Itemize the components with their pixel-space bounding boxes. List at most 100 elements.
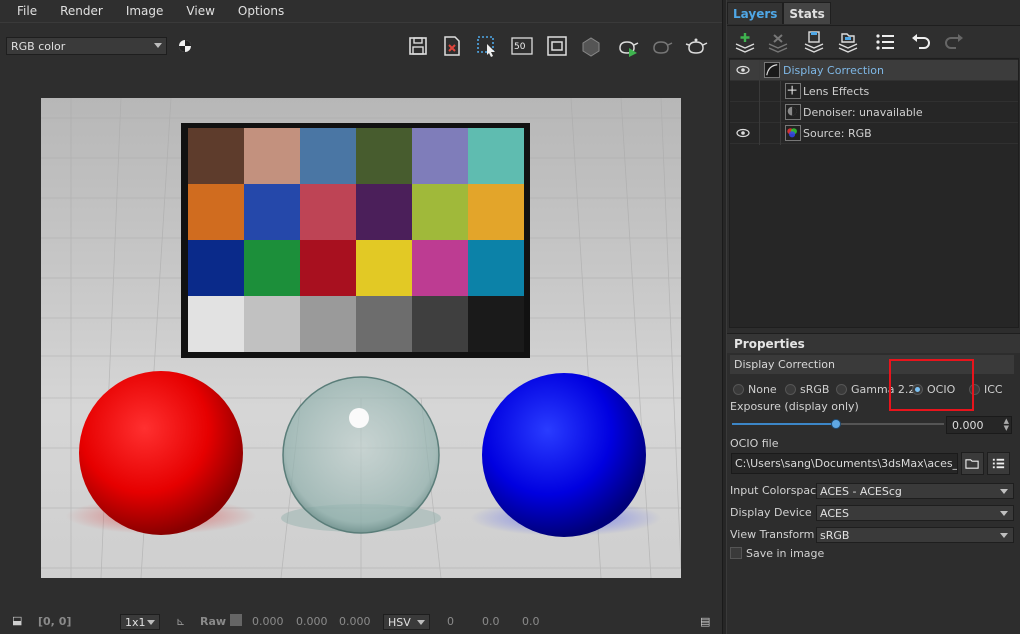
color-checker-patch — [356, 128, 412, 184]
display-device-label: Display Device — [730, 506, 812, 519]
eye-icon[interactable] — [736, 65, 750, 75]
render-image — [41, 98, 681, 578]
view-transform-select[interactable]: sRGB — [816, 527, 1014, 543]
save-in-image-checkbox[interactable] — [730, 547, 742, 559]
input-colorspace-select[interactable]: ACES - ACEScg — [816, 483, 1014, 499]
add-layer-icon[interactable] — [732, 29, 758, 55]
status-bar: ⬓ [0, 0] 1x1 ⊾ Raw 0.000 0.000 0.000 HSV… — [0, 610, 722, 634]
undo-icon[interactable] — [908, 29, 934, 55]
render-setup-icon[interactable] — [683, 33, 709, 59]
color-checker-patch — [412, 184, 468, 240]
properties-panel: Display Correction None sRGB Gamma 2.2 O… — [727, 353, 1020, 634]
color-mode-select[interactable]: HSV — [383, 614, 430, 630]
hsv-value-h: 0 — [447, 615, 454, 628]
ocio-path-input[interactable]: C:\Users\sang\Documents\3dsMax\aces_1.0.… — [731, 453, 958, 474]
color-checker-patch — [468, 240, 524, 296]
channel-select[interactable]: RGB color — [6, 37, 167, 55]
chevron-down-icon — [1000, 511, 1008, 516]
input-colorspace-label: Input Colorspace — [730, 484, 823, 497]
tab-layers[interactable]: Layers — [727, 2, 784, 24]
raw-value-g: 0.000 — [296, 615, 328, 628]
color-checker-patch — [468, 184, 524, 240]
chevron-down-icon — [154, 43, 162, 48]
menu-options[interactable]: Options — [238, 4, 284, 18]
color-checker-patch — [468, 296, 524, 352]
expand-icon[interactable]: ▤ — [700, 615, 710, 628]
render-canvas[interactable] — [41, 98, 681, 578]
layer-display-correction[interactable]: Display Correction — [730, 60, 1018, 81]
save-icon[interactable] — [405, 33, 431, 59]
folder-icon — [965, 459, 979, 469]
display-device-select[interactable]: ACES — [816, 505, 1014, 521]
ocio-options-button[interactable] — [987, 452, 1010, 475]
region-select-icon[interactable] — [474, 33, 500, 59]
rgb-source-icon — [785, 125, 801, 141]
raw-swatch — [230, 614, 242, 626]
color-wheel-icon[interactable] — [172, 33, 198, 59]
scale-select[interactable]: 1x1 — [120, 614, 160, 630]
pin-icon[interactable]: ⬓ — [12, 614, 24, 627]
browse-folder-button[interactable] — [961, 452, 984, 475]
zoom-50-icon[interactable]: 50 — [509, 33, 535, 59]
save-in-image-label: Save in image — [746, 547, 825, 560]
render-iterative-icon[interactable] — [648, 33, 674, 59]
spinner-arrows-icon[interactable]: ▲ ▼ — [1004, 418, 1009, 432]
chevron-down-icon — [147, 620, 155, 625]
view-transform-label: View Transform — [730, 528, 815, 541]
color-checker-patch — [188, 240, 244, 296]
chevron-down-icon — [1000, 489, 1008, 494]
eye-icon[interactable] — [736, 128, 750, 138]
color-checker-patch — [244, 128, 300, 184]
color-checker-patch — [188, 184, 244, 240]
color-checker-patch — [300, 184, 356, 240]
menu-render[interactable]: Render — [60, 4, 103, 18]
render-teapot-icon[interactable] — [614, 33, 640, 59]
hsv-value-v: 0.0 — [522, 615, 540, 628]
raw-label: Raw — [200, 615, 227, 628]
color-checker-patch — [412, 128, 468, 184]
color-checker-patch — [300, 296, 356, 352]
color-checker-patch — [188, 128, 244, 184]
curve-icon — [764, 62, 780, 78]
color-checker-patch — [412, 240, 468, 296]
save-layers-icon[interactable] — [801, 29, 827, 55]
radio-srgb[interactable]: sRGB — [785, 383, 829, 396]
raw-value-b: 0.000 — [339, 615, 371, 628]
tab-stats[interactable]: Stats — [783, 2, 831, 24]
exposure-input[interactable]: 0.000 ▲ ▼ — [946, 416, 1012, 434]
exposure-slider-handle[interactable] — [831, 419, 841, 429]
list-icon[interactable] — [872, 29, 898, 55]
menu-view[interactable]: View — [186, 4, 214, 18]
layer-toolbar — [727, 25, 1020, 57]
compare-icon[interactable]: ⊾ — [176, 615, 185, 628]
remove-layer-icon[interactable] — [765, 29, 791, 55]
raw-value-r: 0.000 — [252, 615, 284, 628]
color-checker-patch — [356, 240, 412, 296]
color-checker-patch — [412, 296, 468, 352]
lock-icon[interactable] — [578, 33, 604, 59]
layer-tree: Display Correction Lens Effects Denoiser… — [729, 58, 1019, 328]
frame-icon[interactable] — [544, 33, 570, 59]
layer-source-rgb[interactable]: Source: RGB — [730, 123, 1018, 144]
radio-icc[interactable]: ICC — [969, 383, 1003, 396]
menu-image[interactable]: Image — [126, 4, 164, 18]
color-checker-patch — [244, 184, 300, 240]
lens-effects-icon — [785, 83, 801, 99]
color-checker-patch — [356, 296, 412, 352]
radio-none[interactable]: None — [733, 383, 777, 396]
clear-icon[interactable] — [439, 33, 465, 59]
load-layers-icon[interactable] — [835, 29, 861, 55]
layer-lens-effects[interactable]: Lens Effects — [730, 81, 1018, 102]
color-checker-patch — [244, 240, 300, 296]
exposure-label: Exposure (display only) — [730, 400, 859, 413]
color-checker-patch — [244, 296, 300, 352]
chevron-down-icon — [417, 620, 425, 625]
chevron-down-icon — [1000, 533, 1008, 538]
redo-icon[interactable] — [941, 29, 967, 55]
menu-file[interactable]: File — [17, 4, 37, 18]
layer-denoiser[interactable]: Denoiser: unavailable — [730, 102, 1018, 123]
hsv-value-s: 0.0 — [482, 615, 500, 628]
ocio-file-label: OCIO file — [730, 437, 779, 450]
color-checker-patch — [300, 128, 356, 184]
properties-header: Properties — [727, 333, 1020, 353]
